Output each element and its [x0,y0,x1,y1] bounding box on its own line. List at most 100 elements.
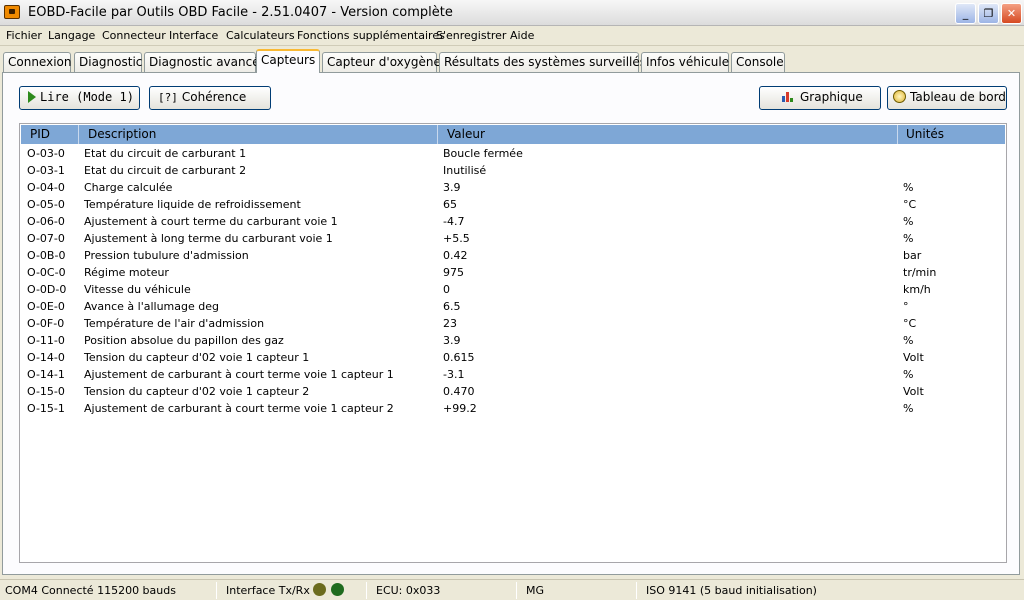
cell-description: Ajustement de carburant à court terme vo… [84,368,394,381]
menu-senregistrer[interactable]: S'enregistrer [436,29,506,42]
header-separator[interactable] [437,125,438,144]
help-bracket-icon: [?] [158,91,178,104]
menu-bar: Fichier Langage Connecteur Interface Cal… [0,26,1024,46]
tab-console[interactable]: Console [731,52,785,73]
header-units[interactable]: Unités [906,127,944,141]
menu-fonctions-supplementaires[interactable]: Fonctions supplémentaires [297,29,445,42]
cell-pid: O-14-1 [27,368,65,381]
close-button[interactable]: ✕ [1001,3,1022,24]
cell-value: 0.42 [443,249,468,262]
menu-calculateurs[interactable]: Calculateurs [226,29,295,42]
tx-led-icon [313,583,326,596]
cell-value: Inutilisé [443,164,487,177]
cell-description: Etat du circuit de carburant 1 [84,147,247,160]
cell-pid: O-04-0 [27,181,65,194]
menu-connecteur[interactable]: Connecteur [102,29,166,42]
table-row[interactable]: O-15-1 Ajustement de carburant à court te… [21,400,1005,417]
table-row[interactable]: O-14-0 Tension du capteur d'02 voie 1 cap… [21,349,1005,366]
table-row[interactable]: O-05-0 Température liquide de refroidisse… [21,196,1005,213]
maximize-button[interactable]: ❐ [978,3,999,24]
cell-units: % [903,334,914,347]
cell-description: Tension du capteur d'02 voie 1 capteur 2 [84,385,310,398]
status-divider [516,582,517,599]
title-bar: EOBD-Facile par Outils OBD Facile - 2.51… [0,0,1024,26]
header-value[interactable]: Valeur [447,127,485,141]
tab-strip: Connexion Diagnostic Diagnostic avancé C… [0,49,1024,73]
tab-diagnostic-avance[interactable]: Diagnostic avancé [144,52,260,73]
status-interface: Interface Tx/Rx [226,584,310,597]
cell-description: Ajustement de carburant à court terme vo… [84,402,394,415]
cell-description: Température liquide de refroidissement [84,198,301,211]
cell-description: Ajustement à court terme du carburant vo… [84,215,338,228]
cell-value: 0.615 [443,351,475,364]
cell-units: % [903,232,914,245]
table-row[interactable]: O-14-1 Ajustement de carburant à court te… [21,366,1005,383]
table-row[interactable]: O-03-0 Etat du circuit de carburant 1 Bouc… [21,145,1005,162]
header-separator[interactable] [897,125,898,144]
header-separator[interactable] [78,125,79,144]
table-row[interactable]: O-11-0 Position absolue du papillon des g… [21,332,1005,349]
tab-infos-vehicule[interactable]: Infos véhicule [641,52,729,73]
cell-value: 975 [443,266,464,279]
table-row[interactable]: O-0F-0 Température de l'air d'admission 23… [21,315,1005,332]
cell-pid: O-15-0 [27,385,65,398]
cell-description: Position absolue du papillon des gaz [84,334,284,347]
cell-description: Ajustement à long terme du carburant voi… [84,232,333,245]
tab-capteurs[interactable]: Capteurs [256,49,320,73]
menu-langage[interactable]: Langage [48,29,95,42]
cell-pid: O-0B-0 [27,249,66,262]
cell-value: -3.1 [443,368,465,381]
table-row[interactable]: O-07-0 Ajustement à long terme du carbura… [21,230,1005,247]
cell-value: +5.5 [443,232,470,245]
rx-led-icon [331,583,344,596]
dashboard-button[interactable]: Tableau de bord [887,86,1007,110]
cell-units: % [903,368,914,381]
cell-pid: O-05-0 [27,198,65,211]
tab-connexion[interactable]: Connexion [3,52,72,73]
graph-button[interactable]: Graphique [759,86,881,110]
cell-pid: O-0F-0 [27,317,65,330]
menu-aide[interactable]: Aide [510,29,534,42]
minimize-button[interactable]: _ [955,3,976,24]
status-bar: COM4 Connecté 115200 bauds Interface Tx/… [0,579,1024,600]
cell-pid: O-06-0 [27,215,65,228]
read-mode1-button[interactable]: Lire (Mode 1) [19,86,140,110]
cell-units: ° [903,300,909,313]
cell-units: Volt [903,351,924,364]
coherence-button[interactable]: [?] Cohérence [149,86,271,110]
header-description[interactable]: Description [88,127,156,141]
cell-units: % [903,181,914,194]
cell-description: Régime moteur [84,266,169,279]
header-pid[interactable]: PID [30,127,50,141]
cell-units: tr/min [903,266,937,279]
sensor-table: PID Description Valeur Unités O-03-0 Etat… [19,123,1007,563]
cell-value: -4.7 [443,215,465,228]
cell-pid: O-0D-0 [27,283,67,296]
table-row[interactable]: O-06-0 Ajustement à court terme du carbur… [21,213,1005,230]
coherence-label: Cohérence [181,90,247,104]
status-divider [366,582,367,599]
table-row[interactable]: O-0B-0 Pression tubulure d'admission 0.42 b… [21,247,1005,264]
table-row[interactable]: O-04-0 Charge calculée 3.9% [21,179,1005,196]
tab-resultats-systemes[interactable]: Résultats des systèmes surveillés [439,52,646,73]
table-row[interactable]: O-15-0 Tension du capteur d'02 voie 1 cap… [21,383,1005,400]
table-row[interactable]: O-0D-0 Vitesse du véhicule 0 km/h [21,281,1005,298]
cell-pid: O-0C-0 [27,266,66,279]
status-divider [216,582,217,599]
menu-interface[interactable]: Interface [169,29,218,42]
status-protocol: ISO 9141 (5 baud initialisation) [646,584,817,597]
dashboard-label: Tableau de bord [910,90,1006,104]
cell-units: % [903,402,914,415]
table-row[interactable]: O-0E-0 Avance à l'allumage deg 6.5 ° [21,298,1005,315]
cell-description: Pression tubulure d'admission [84,249,249,262]
tab-diagnostic[interactable]: Diagnostic [74,52,142,73]
cell-value: +99.2 [443,402,477,415]
status-brand: MG [526,584,545,597]
tab-capteur-oxygene[interactable]: Capteur d'oxygène [322,52,441,73]
table-row[interactable]: O-03-1 Etat du circuit de carburant 2 Inut… [21,162,1005,179]
cell-value: 23 [443,317,457,330]
menu-fichier[interactable]: Fichier [6,29,42,42]
cell-value: 0.470 [443,385,475,398]
table-row[interactable]: O-0C-0 Régime moteur 975 tr/min [21,264,1005,281]
cell-description: Charge calculée [84,181,173,194]
